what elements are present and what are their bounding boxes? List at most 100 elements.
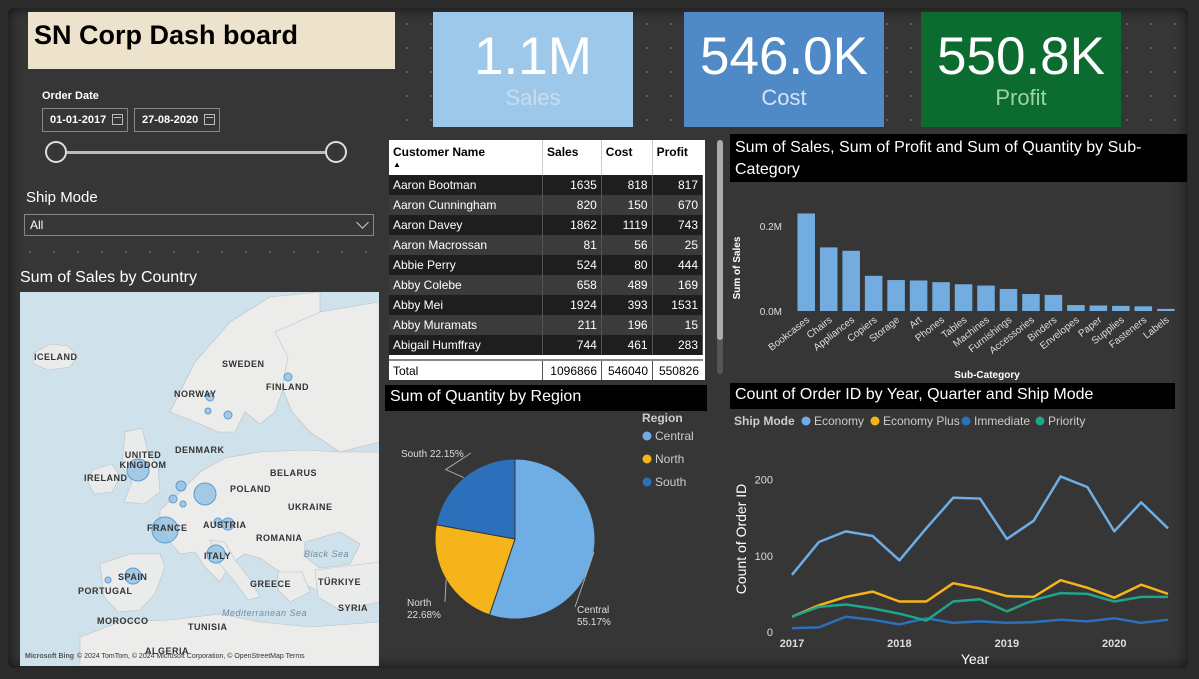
line-series-immediate[interactable] xyxy=(791,615,1169,630)
bar-bookcases[interactable] xyxy=(797,213,815,311)
sort-ascending-icon[interactable]: ▲ xyxy=(393,160,538,169)
bar-supplies[interactable] xyxy=(1112,305,1130,311)
bar-phones[interactable] xyxy=(932,282,950,311)
legend-marker-economy[interactable] xyxy=(801,416,811,426)
start-date-input[interactable]: 01-01-2017 xyxy=(42,108,128,132)
map-label-morocco: MOROCCO xyxy=(97,616,149,626)
table-row[interactable]: Aaron Cunningham 820 150 670 xyxy=(389,195,704,215)
date-range-start-handle[interactable] xyxy=(45,141,67,163)
map-label-syria: SYRIA xyxy=(338,603,369,613)
table-row[interactable]: Aaron Macrossan 81 56 25 xyxy=(389,235,704,255)
table-cell: 818 xyxy=(601,175,653,195)
map-label-spain: SPAIN xyxy=(118,572,148,582)
table-cell: 817 xyxy=(652,175,704,195)
legend-marker-immediate[interactable] xyxy=(961,416,971,426)
table-cell: 169 xyxy=(652,275,704,295)
pie-chart[interactable]: Central55.17%North22.68%South 22.15%Regi… xyxy=(385,413,707,663)
table-row[interactable]: Aaron Davey 1862 1119 743 xyxy=(389,215,704,235)
line-legend-priority[interactable]: Priority xyxy=(1048,414,1085,428)
bar-paper[interactable] xyxy=(1089,305,1108,311)
table-cell: 489 xyxy=(601,275,653,295)
table-cell: 658 xyxy=(542,275,602,295)
line-legend-economy-plus[interactable]: Economy Plus xyxy=(883,414,960,428)
pie-label-north: North xyxy=(407,598,431,609)
bar-furnishings[interactable] xyxy=(999,288,1018,311)
table-cell: 393 xyxy=(601,295,653,315)
table-cell: 1531 xyxy=(652,295,704,315)
bar-chairs[interactable] xyxy=(819,247,838,311)
bar-storage[interactable] xyxy=(887,280,905,311)
map-label-ukraine: UKRAINE xyxy=(288,502,333,512)
pie-legend-north[interactable]: North xyxy=(655,452,684,466)
bar-machines[interactable] xyxy=(977,285,995,311)
bar-labels[interactable] xyxy=(1157,308,1175,311)
line-series-economy[interactable] xyxy=(791,475,1169,576)
bar-copiers[interactable] xyxy=(864,275,883,311)
table-row[interactable]: Abby Mei 1924 393 1531 xyxy=(389,295,704,315)
column-header-profit[interactable]: Profit xyxy=(652,140,702,175)
map-label-romania: ROMANIA xyxy=(256,533,303,543)
legend-marker-south[interactable] xyxy=(642,477,652,487)
table-row[interactable]: Abigail Humffray 744 461 283 xyxy=(389,335,704,355)
customer-table[interactable]: Customer Name ▲ Sales Cost Profit Aaron B… xyxy=(389,140,705,380)
line-chart[interactable]: Ship Mode Economy Economy Plus Immediate Pri… xyxy=(730,409,1187,669)
table-row[interactable]: Aaron Bootman 1635 818 817 xyxy=(389,175,704,195)
legend-marker-economy-plus[interactable] xyxy=(870,416,880,426)
table-total-sales: 1096866 xyxy=(542,359,603,380)
map-copyright[interactable]: © 2024 TomTom, © 2024 Microsoft Corporat… xyxy=(77,653,305,660)
pie-label-central: Central xyxy=(577,605,609,616)
line-x-tick-label: 2019 xyxy=(995,638,1019,650)
pie-legend-central[interactable]: Central xyxy=(655,429,694,443)
bar-binders[interactable] xyxy=(1044,294,1063,311)
legend-marker-priority[interactable] xyxy=(1035,416,1045,426)
table-row[interactable]: Abby Muramats 211 196 15 xyxy=(389,315,704,335)
bar-chart[interactable]: Sum of Sales0.0M0.2MBookcasesChairsAppli… xyxy=(730,185,1187,395)
table-cell: 283 xyxy=(652,335,704,355)
sales-map[interactable]: ICELAND SWEDEN FINLAND NORWAY UNITED KIN… xyxy=(20,292,379,666)
table-total-profit: 550826 xyxy=(652,359,703,380)
bar-y-tick-label: 0.2M xyxy=(760,222,782,233)
legend-marker-north[interactable] xyxy=(642,454,652,464)
table-row[interactable]: Abby Colebe 658 489 169 xyxy=(389,275,704,295)
bar-accessories[interactable] xyxy=(1022,294,1040,311)
map-label-iceland: ICELAND xyxy=(34,352,78,362)
pie-legend-south[interactable]: South xyxy=(655,475,686,489)
map-label-italy: ITALY xyxy=(204,551,232,561)
kpi-profit-card[interactable]: 550.8K Profit xyxy=(921,12,1121,127)
bar-envelopes[interactable] xyxy=(1067,305,1085,311)
table-cell: 81 xyxy=(542,235,602,255)
bar-x-axis-label: Sub-Category xyxy=(954,370,1020,381)
table-row[interactable]: Abbie Perry 524 80 444 xyxy=(389,255,704,275)
line-y-tick-label: 0 xyxy=(767,627,773,639)
calendar-icon[interactable] xyxy=(204,114,215,125)
bar-appliances[interactable] xyxy=(842,250,860,311)
column-header-customer-name[interactable]: Customer Name ▲ xyxy=(389,140,544,175)
table-cell: 150 xyxy=(601,195,653,215)
kpi-cost-card[interactable]: 546.0K Cost xyxy=(684,12,884,127)
bar-x-tick-label: Labels xyxy=(1142,315,1172,342)
end-date-input[interactable]: 27-08-2020 xyxy=(134,108,220,132)
ship-mode-selected: All xyxy=(30,218,44,232)
table-cell: 56 xyxy=(601,235,653,255)
bar-art[interactable] xyxy=(909,280,928,311)
table-cell: Aaron Bootman xyxy=(389,175,544,195)
line-legend-immediate[interactable]: Immediate xyxy=(974,414,1030,428)
bar-fasteners[interactable] xyxy=(1134,306,1153,311)
date-range-slider-track[interactable] xyxy=(56,151,336,154)
date-range-end-handle[interactable] xyxy=(325,141,347,163)
calendar-icon[interactable] xyxy=(112,114,123,125)
map-label-austria: AUSTRIA xyxy=(203,520,247,530)
line-legend-economy[interactable]: Economy xyxy=(814,414,864,428)
map-label-united-kingdom: UNITED KINGDOM xyxy=(119,450,167,470)
table-cell: 444 xyxy=(652,255,704,275)
ship-mode-dropdown[interactable]: All xyxy=(24,214,374,236)
table-scrollbar[interactable] xyxy=(717,140,723,374)
kpi-sales-card[interactable]: 1.1M Sales xyxy=(433,12,633,127)
column-header-sales[interactable]: Sales xyxy=(542,140,602,175)
line-y-tick-label: 200 xyxy=(755,475,773,487)
bar-tables[interactable] xyxy=(954,284,973,311)
chevron-down-icon[interactable] xyxy=(356,216,369,229)
legend-marker-central[interactable] xyxy=(642,431,652,441)
column-header-cost[interactable]: Cost xyxy=(601,140,653,175)
kpi-cost-value: 546.0K xyxy=(700,27,868,86)
